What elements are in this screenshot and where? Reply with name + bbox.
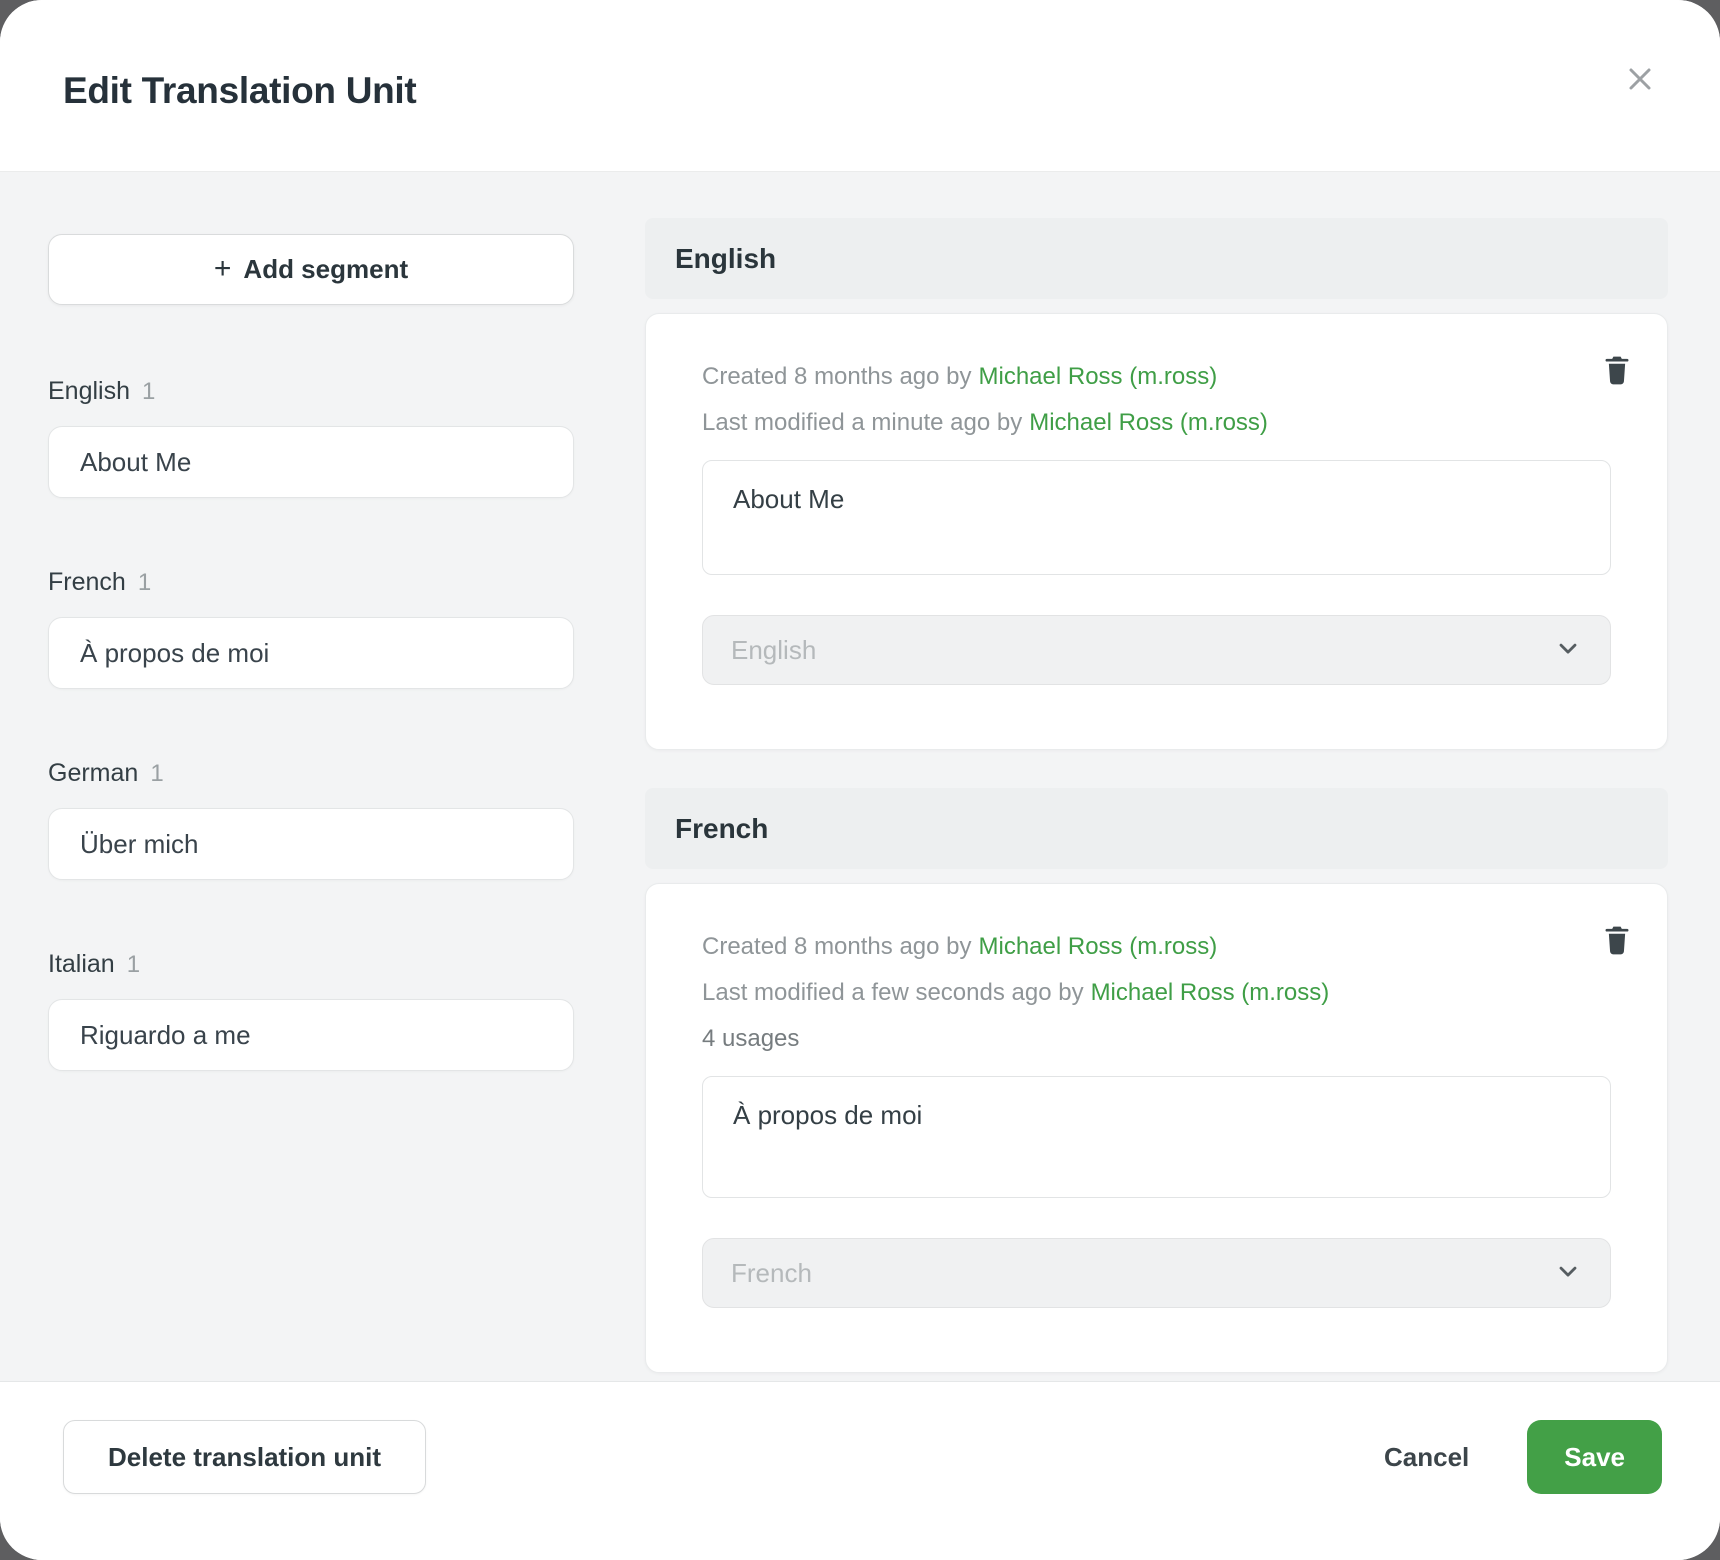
- language-panel-english: English Created 8 months ago by Michael R…: [645, 218, 1668, 750]
- delete-segment-button[interactable]: [1599, 352, 1635, 392]
- language-select-value: French: [731, 1258, 812, 1289]
- segment-text-french[interactable]: À propos de moi: [702, 1076, 1611, 1198]
- delete-segment-button[interactable]: [1599, 922, 1635, 962]
- chevron-down-icon: [1554, 1257, 1582, 1290]
- segment-language-name: Italian: [48, 950, 115, 978]
- segment-input-italian[interactable]: [48, 999, 574, 1071]
- modal-header: Edit Translation Unit: [0, 0, 1720, 172]
- panel-title: English: [675, 243, 776, 275]
- trash-icon: [1601, 923, 1633, 962]
- usages-count: 4 usages: [702, 1016, 1611, 1062]
- modified-text: Last modified a few seconds ago by: [702, 979, 1084, 1006]
- modified-text: Last modified a minute ago by: [702, 409, 1022, 436]
- segment-group-italian: Italian 1: [48, 948, 574, 1071]
- language-select-value: English: [731, 635, 816, 666]
- created-meta: Created 8 months ago by Michael Ross (m.r…: [702, 924, 1611, 970]
- add-segment-label: Add segment: [243, 254, 408, 285]
- modal-body: + Add segment English 1 French 1 German 1: [0, 172, 1720, 1381]
- modified-by-user: Michael Ross (m.ross): [1029, 409, 1268, 436]
- panel-header-french: French: [645, 788, 1668, 869]
- panel-card-french: Created 8 months ago by Michael Ross (m.r…: [645, 883, 1668, 1373]
- segment-group-german: German 1: [48, 757, 574, 880]
- segment-input-french[interactable]: [48, 617, 574, 689]
- segment-detail-column: English Created 8 months ago by Michael R…: [645, 172, 1668, 1381]
- segment-group-french: French 1: [48, 566, 574, 689]
- language-select-english[interactable]: English: [702, 615, 1611, 685]
- segment-language-name: German: [48, 759, 138, 787]
- modified-meta: Last modified a minute ago by Michael Ros…: [702, 400, 1611, 446]
- panel-card-english: Created 8 months ago by Michael Ross (m.r…: [645, 313, 1668, 750]
- segment-count-badge: 1: [138, 569, 151, 596]
- segment-language-label: English 1: [48, 375, 574, 408]
- modified-meta: Last modified a few seconds ago by Michae…: [702, 970, 1611, 1016]
- segment-language-label: French 1: [48, 566, 574, 599]
- created-text: Created 8 months ago by: [702, 363, 972, 390]
- segment-input-german[interactable]: [48, 808, 574, 880]
- segment-language-label: German 1: [48, 757, 574, 790]
- segment-sidebar: + Add segment English 1 French 1 German 1: [48, 172, 574, 1381]
- segment-language-name: English: [48, 377, 130, 405]
- add-segment-button[interactable]: + Add segment: [48, 234, 574, 305]
- close-button[interactable]: [1618, 58, 1662, 102]
- page-title: Edit Translation Unit: [63, 70, 416, 112]
- segment-count-badge: 1: [127, 951, 140, 978]
- created-text: Created 8 months ago by: [702, 933, 972, 960]
- modal-footer: Delete translation unit Cancel Save: [0, 1381, 1720, 1560]
- segment-group-english: English 1: [48, 375, 574, 498]
- trash-icon: [1601, 353, 1633, 392]
- modified-by-user: Michael Ross (m.ross): [1091, 979, 1330, 1006]
- close-icon: [1623, 62, 1657, 99]
- created-meta: Created 8 months ago by Michael Ross (m.r…: [702, 354, 1611, 400]
- language-panel-french: French Created 8 months ago by Michael Ro…: [645, 788, 1668, 1373]
- segment-count-badge: 1: [142, 378, 155, 405]
- segment-count-badge: 1: [150, 760, 163, 787]
- panel-title: French: [675, 813, 768, 845]
- plus-icon: +: [214, 254, 232, 284]
- edit-translation-unit-modal: Edit Translation Unit + Add segment Engl…: [0, 0, 1720, 1560]
- chevron-down-icon: [1554, 634, 1582, 667]
- created-by-user: Michael Ross (m.ross): [979, 363, 1218, 390]
- cancel-button[interactable]: Cancel: [1356, 1420, 1497, 1494]
- segment-input-english[interactable]: [48, 426, 574, 498]
- panel-header-english: English: [645, 218, 1668, 299]
- save-button[interactable]: Save: [1527, 1420, 1662, 1494]
- segment-language-label: Italian 1: [48, 948, 574, 981]
- segment-text-english[interactable]: About Me: [702, 460, 1611, 575]
- segment-language-name: French: [48, 568, 126, 596]
- language-select-french[interactable]: French: [702, 1238, 1611, 1308]
- created-by-user: Michael Ross (m.ross): [979, 933, 1218, 960]
- delete-translation-unit-button[interactable]: Delete translation unit: [63, 1420, 426, 1494]
